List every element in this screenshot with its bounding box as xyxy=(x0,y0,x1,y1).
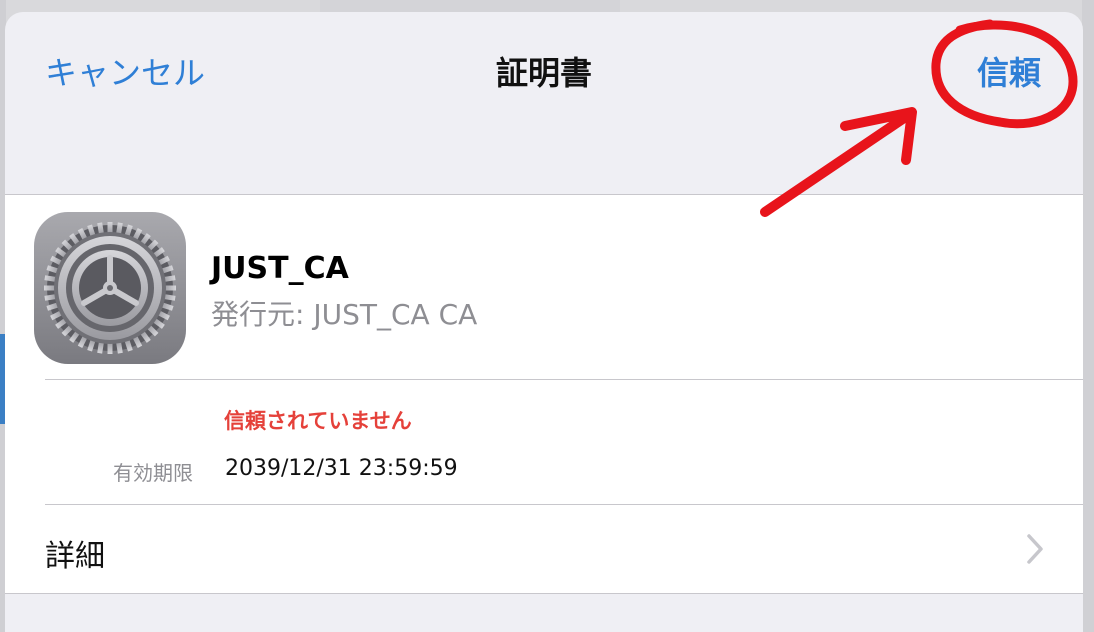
page-title: 証明書 xyxy=(495,54,592,92)
trust-button[interactable]: 信頼 xyxy=(977,48,1041,94)
certificate-sheet: キャンセル 証明書 信頼 JUST_CA 発行元: JUST_CA CA 信頼さ… xyxy=(5,12,1083,632)
trust-status-warning: 信頼されていません xyxy=(224,409,412,433)
issuer-row: 発行元: JUST_CA CA xyxy=(211,293,477,333)
divider xyxy=(45,379,1083,380)
certificate-name: JUST_CA xyxy=(211,251,349,286)
details-row[interactable]: 詳細 xyxy=(5,505,1083,593)
chevron-right-icon xyxy=(1027,534,1043,564)
expiry-label: 有効期限 xyxy=(113,461,193,485)
settings-gear-icon xyxy=(34,212,186,364)
issuer-value: JUST_CA CA xyxy=(313,298,478,331)
background-top-edge xyxy=(320,0,620,12)
issuer-label: 発行元: xyxy=(211,298,305,331)
navigation-bar: キャンセル 証明書 信頼 xyxy=(5,12,1083,194)
expiry-value: 2039/12/31 23:59:59 xyxy=(225,456,458,481)
certificate-card: JUST_CA 発行元: JUST_CA CA 信頼されていません 有効期限 2… xyxy=(5,194,1083,594)
details-label: 詳細 xyxy=(45,539,105,574)
background-right-edge xyxy=(1082,0,1094,632)
